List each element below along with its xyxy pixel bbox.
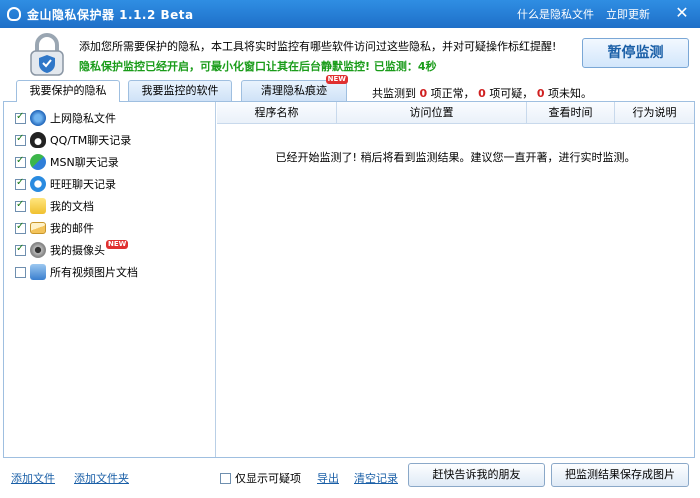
column-header[interactable]: 访问位置 [337, 102, 527, 124]
checkbox[interactable] [15, 243, 26, 256]
unknown-count: 0 [536, 87, 545, 100]
list-item[interactable]: QQ/TM聊天记录 [15, 131, 131, 149]
tell-friends-button[interactable]: 赶快告诉我的朋友 [408, 463, 545, 487]
app-lock-icon [7, 7, 21, 21]
tab-label: 清理隐私痕迹 [261, 84, 327, 97]
list-item-label: 我的文档 [50, 200, 94, 213]
close-icon[interactable]: ✕ [670, 4, 694, 22]
tab-protected-privacy[interactable]: 我要保护的隐私 [16, 80, 120, 102]
list-item-label: 所有视频图片文档 [50, 266, 138, 279]
msn-icon [30, 154, 46, 170]
checkbox[interactable] [220, 472, 231, 484]
header: 添加您所需要保护的隐私，本工具将实时监控有哪些软件访问过这些隐私，并对可疑操作标… [0, 28, 700, 80]
tab-clean-traces[interactable]: 清理隐私痕迹 NEW [241, 75, 348, 101]
list-item-label: QQ/TM聊天记录 [50, 134, 132, 147]
list-item[interactable]: 旺旺聊天记录 [15, 175, 116, 193]
save-as-image-button[interactable]: 把监测结果保存成图片 [551, 463, 689, 487]
list-item-label: 我的邮件 [50, 222, 94, 235]
footer: 添加文件 添加文件夹 仅显示可疑项 导出 清空记录 赶快告诉我的朋友 把监测结果… [0, 458, 700, 498]
title-bar: 金山隐私保护器 1.1.2 Beta 什么是隐私文件 立即更新 ✕ [0, 0, 700, 28]
table-header: 程序名称 访问位置 查看时间 行为说明 [217, 102, 694, 124]
list-item[interactable]: 我的邮件 [15, 219, 94, 237]
new-badge: NEW [325, 75, 348, 84]
export-link[interactable]: 导出 [317, 470, 339, 486]
list-item-label: 旺旺聊天记录 [50, 178, 116, 191]
new-badge: NEW [106, 239, 129, 249]
suspicious-label: 项可疑， [489, 87, 534, 100]
empty-table-message: 已经开始监测了! 稍后将看到监测结果。建议您一直开著，进行实时监测。 [275, 151, 636, 164]
normal-count: 0 [419, 87, 428, 100]
only-suspicious-toggle[interactable]: 仅显示可疑项 [220, 470, 301, 486]
results-table: 程序名称 访问位置 查看时间 行为说明 已经开始监测了! 稍后将看到监测结果。建… [217, 102, 694, 457]
column-header[interactable]: 查看时间 [527, 102, 615, 124]
checkbox[interactable] [15, 177, 26, 190]
checkbox[interactable] [15, 133, 26, 146]
tab-monitored-software[interactable]: 我要监控的软件 [128, 80, 232, 101]
add-file-link[interactable]: 添加文件 [11, 470, 55, 486]
checkbox[interactable] [15, 266, 26, 278]
media-files-icon [30, 264, 46, 280]
documents-folder-icon [30, 198, 46, 214]
column-header[interactable]: 行为说明 [615, 102, 694, 124]
update-now-link[interactable]: 立即更新 [606, 6, 650, 22]
add-folder-link[interactable]: 添加文件夹 [74, 470, 129, 486]
suspicious-count: 0 [478, 87, 486, 100]
column-header[interactable]: 程序名称 [217, 102, 337, 124]
ie-icon [30, 110, 46, 126]
unknown-label: 项未知。 [547, 87, 592, 100]
description-text: 添加您所需要保护的隐私，本工具将实时监控有哪些软件访问过这些隐私，并对可疑操作标… [79, 40, 557, 53]
main-panel: 上网隐私文件 QQ/TM聊天记录 MSN聊天记录 旺旺聊天记录 我的文档 我的邮… [3, 101, 695, 458]
what-is-privacy-link[interactable]: 什么是隐私文件 [517, 6, 594, 22]
privacy-list: 上网隐私文件 QQ/TM聊天记录 MSN聊天记录 旺旺聊天记录 我的文档 我的邮… [4, 102, 216, 457]
tab-bar: 我要保护的隐私 我要监控的软件 清理隐私痕迹 NEW 共监测到 0 项正常， 0… [0, 75, 700, 102]
window-title: 金山隐私保护器 1.1.2 Beta [27, 7, 194, 22]
list-item-label: MSN聊天记录 [50, 156, 119, 169]
checkbox[interactable] [15, 199, 26, 212]
checkbox[interactable] [15, 111, 26, 124]
title-links: 什么是隐私文件 立即更新 [517, 6, 650, 22]
only-suspicious-label: 仅显示可疑项 [235, 472, 301, 485]
checkbox[interactable] [15, 221, 26, 234]
list-item[interactable]: 我的文档 [15, 197, 94, 215]
wangwang-icon [30, 176, 46, 192]
normal-label: 项正常， [430, 87, 475, 100]
mail-envelope-icon [30, 222, 46, 234]
tab-label: 我要监控的软件 [141, 84, 219, 97]
padlock-shield-icon [30, 33, 64, 76]
list-item-label: 我的摄像头 [50, 244, 105, 257]
list-item[interactable]: MSN聊天记录 [15, 153, 119, 171]
list-item[interactable]: 我的摄像头 NEW [15, 239, 129, 259]
tab-label: 我要保护的隐私 [29, 84, 107, 97]
counts-prefix: 共监测到 [372, 87, 416, 100]
list-item-label: 上网隐私文件 [50, 112, 116, 125]
webcam-icon [30, 242, 46, 258]
monitor-counts: 共监测到 0 项正常， 0 项可疑， 0 项未知。 [372, 85, 592, 101]
monitor-status-text: 隐私保护监控已经开启，可最小化窗口让其在后台静默监控! 已监测：4秒 [79, 60, 437, 73]
qq-penguin-icon [30, 132, 46, 148]
list-item[interactable]: 所有视频图片文档 [15, 263, 138, 281]
clear-records-link[interactable]: 清空记录 [354, 470, 398, 486]
list-item[interactable]: 上网隐私文件 [15, 109, 116, 127]
pause-monitor-button[interactable]: 暂停监测 [582, 38, 689, 68]
checkbox[interactable] [15, 155, 26, 168]
